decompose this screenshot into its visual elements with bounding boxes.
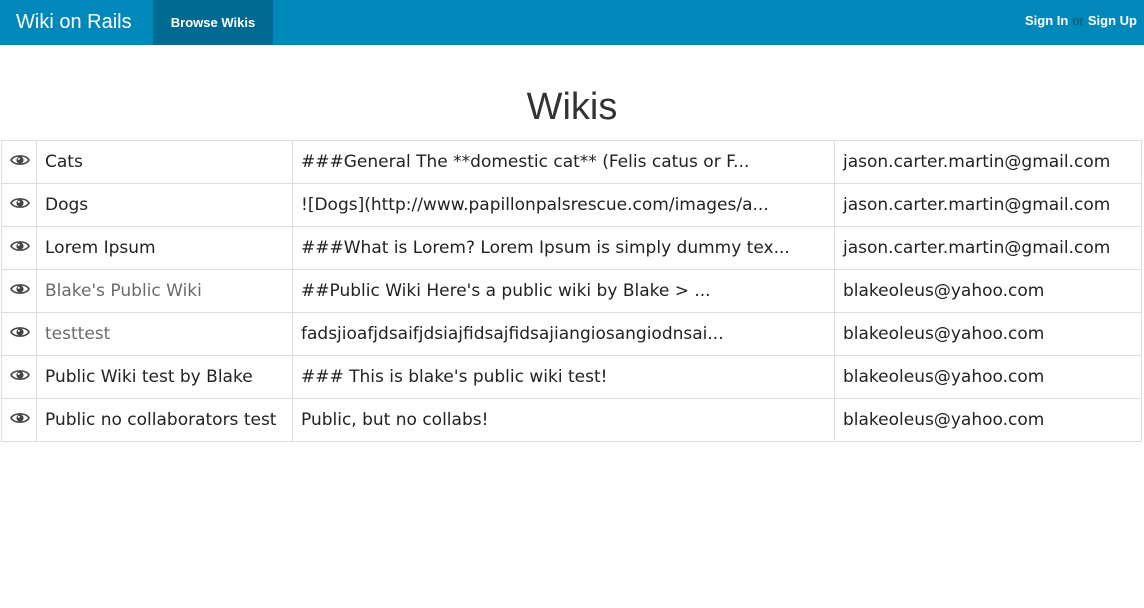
eye-icon[interactable] [10,322,30,337]
eye-icon[interactable] [10,236,30,251]
wiki-title-link[interactable]: Public Wiki test by Blake [45,367,253,387]
wiki-owner-cell: blakeoleus@yahoo.com [834,312,1142,356]
wiki-title-cell: Public no collaborators test [36,398,293,442]
eye-icon[interactable] [10,365,30,380]
view-cell [1,226,37,270]
page-title: Wikis [526,86,618,128]
view-cell [1,355,37,399]
wiki-body-cell: ### This is blake's public wiki test! [292,355,835,399]
table-row: Cats ###General The **domestic cat** (Fe… [1,140,1142,184]
eye-icon[interactable] [10,193,30,208]
wiki-body-cell: ##Public Wiki Here's a public wiki by Bl… [292,269,835,313]
wiki-title-cell: Dogs [36,183,293,227]
wiki-owner-cell: jason.carter.martin@gmail.com [834,226,1142,270]
wiki-title-cell: Lorem Ipsum [36,226,293,270]
view-cell [1,312,37,356]
wiki-body-cell: Public, but no collabs! [292,398,835,442]
wiki-owner-cell: jason.carter.martin@gmail.com [834,140,1142,184]
view-cell [1,140,37,184]
or-separator: or [1072,13,1084,28]
view-cell [1,398,37,442]
table-row: Public Wiki test by Blake ### This is bl… [1,355,1142,399]
wiki-title-link[interactable]: Dogs [45,195,88,215]
navbar: Wiki on Rails Browse Wikis Sign In or Sign… [0,0,1144,45]
wikis-table: Cats ###General The **domestic cat** (Fe… [1,140,1142,442]
eye-icon[interactable] [10,279,30,294]
sign-in-link[interactable]: Sign In [1025,13,1068,28]
table-row: testtest fadsjioafjdsaifjdsiajfidsajfids… [1,312,1142,356]
wiki-owner-cell: blakeoleus@yahoo.com [834,269,1142,313]
view-cell [1,183,37,227]
wiki-body-cell: ###What is Lorem? Lorem Ipsum is simply … [292,226,835,270]
sign-up-link[interactable]: Sign Up [1088,13,1137,28]
wiki-owner-cell: blakeoleus@yahoo.com [834,355,1142,399]
wiki-title-cell: Blake's Public Wiki [36,269,293,313]
wiki-title-link[interactable]: Lorem Ipsum [45,238,156,258]
view-cell [1,269,37,313]
wiki-title-link[interactable]: testtest [45,324,110,344]
nav-browse-wikis[interactable]: Browse Wikis [153,0,273,45]
eye-icon[interactable] [10,150,30,165]
brand-link[interactable]: Wiki on Rails [16,11,132,34]
table-row: Public no collaborators test Public, but… [1,398,1142,442]
eye-icon[interactable] [10,408,30,423]
wiki-owner-cell: blakeoleus@yahoo.com [834,398,1142,442]
wiki-title-link[interactable]: Public no collaborators test [45,410,276,430]
auth-links: Sign In or Sign Up [1025,13,1137,28]
table-row: Dogs ![Dogs](http://www.papillonpalsresc… [1,183,1142,227]
wiki-title-cell: testtest [36,312,293,356]
table-row: Blake's Public Wiki ##Public Wiki Here's… [1,269,1142,313]
table-row: Lorem Ipsum ###What is Lorem? Lorem Ipsu… [1,226,1142,270]
wiki-body-cell: ###General The **domestic cat** (Felis c… [292,140,835,184]
wiki-title-link[interactable]: Blake's Public Wiki [45,281,202,301]
wiki-owner-cell: jason.carter.martin@gmail.com [834,183,1142,227]
wiki-body-cell: ![Dogs](http://www.papillonpalsrescue.co… [292,183,835,227]
wiki-title-link[interactable]: Cats [45,152,83,172]
wiki-body-cell: fadsjioafjdsaifjdsiajfidsajfidsajiangios… [292,312,835,356]
wiki-title-cell: Cats [36,140,293,184]
wiki-title-cell: Public Wiki test by Blake [36,355,293,399]
